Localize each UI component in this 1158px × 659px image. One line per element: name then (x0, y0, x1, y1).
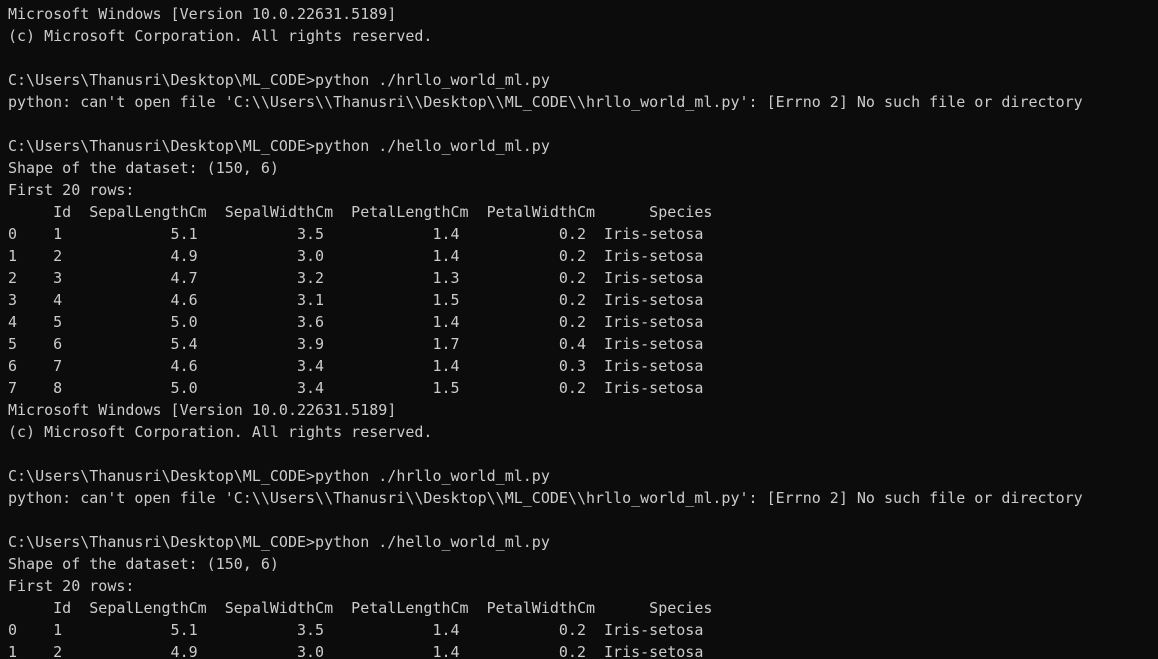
terminal-line: First 20 rows: (8, 577, 135, 595)
terminal-line: (c) Microsoft Corporation. All rights re… (8, 423, 433, 441)
terminal-window[interactable]: Microsoft Windows [Version 10.0.22631.51… (0, 0, 1158, 659)
terminal-line: Id SepalLengthCm SepalWidthCm PetalLengt… (8, 599, 713, 617)
terminal-line: 2 3 4.7 3.2 1.3 0.2 Iris-setosa (8, 269, 704, 287)
terminal-line: 7 8 5.0 3.4 1.5 0.2 Iris-setosa (8, 379, 704, 397)
terminal-line: python: can't open file 'C:\\Users\\Than… (8, 489, 1083, 507)
terminal-line: 1 2 4.9 3.0 1.4 0.2 Iris-setosa (8, 643, 704, 659)
terminal-line: 5 6 5.4 3.9 1.7 0.4 Iris-setosa (8, 335, 704, 353)
terminal-line: 3 4 4.6 3.1 1.5 0.2 Iris-setosa (8, 291, 704, 309)
terminal-line: Microsoft Windows [Version 10.0.22631.51… (8, 5, 397, 23)
terminal-line: (c) Microsoft Corporation. All rights re… (8, 27, 433, 45)
terminal-line: Shape of the dataset: (150, 6) (8, 555, 279, 573)
terminal-line: Microsoft Windows [Version 10.0.22631.51… (8, 401, 397, 419)
terminal-line: 4 5 5.0 3.6 1.4 0.2 Iris-setosa (8, 313, 704, 331)
terminal-line: 0 1 5.1 3.5 1.4 0.2 Iris-setosa (8, 225, 704, 243)
terminal-line: C:\Users\Thanusri\Desktop\ML_CODE>python… (8, 533, 550, 551)
terminal-line: C:\Users\Thanusri\Desktop\ML_CODE>python… (8, 137, 550, 155)
terminal-line: First 20 rows: (8, 181, 135, 199)
terminal-line: C:\Users\Thanusri\Desktop\ML_CODE>python… (8, 71, 550, 89)
terminal-line: Shape of the dataset: (150, 6) (8, 159, 279, 177)
terminal-line: C:\Users\Thanusri\Desktop\ML_CODE>python… (8, 467, 550, 485)
terminal-output: Microsoft Windows [Version 10.0.22631.51… (8, 3, 1083, 659)
terminal-line: 1 2 4.9 3.0 1.4 0.2 Iris-setosa (8, 247, 704, 265)
terminal-line: python: can't open file 'C:\\Users\\Than… (8, 93, 1083, 111)
terminal-line: Id SepalLengthCm SepalWidthCm PetalLengt… (8, 203, 713, 221)
terminal-line: 6 7 4.6 3.4 1.4 0.3 Iris-setosa (8, 357, 704, 375)
terminal-line: 0 1 5.1 3.5 1.4 0.2 Iris-setosa (8, 621, 704, 639)
